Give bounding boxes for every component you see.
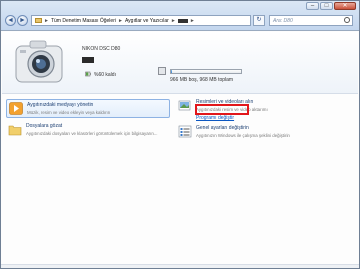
folder-icon [8, 125, 22, 136]
task-title: Dosyalara gözat [26, 123, 63, 129]
search-input[interactable]: Ara: D80 [269, 15, 353, 26]
devices-window: – □ ✕ ◄ ► ► Tüm Denetim Masası Öğeleri ►… [0, 0, 360, 269]
title-address-bar: – □ ✕ ◄ ► ► Tüm Denetim Masası Öğeleri ►… [1, 1, 359, 31]
arrow-left-icon: ◄ [7, 17, 14, 24]
refresh-button[interactable]: ↻ [253, 15, 265, 26]
breadcrumb-separator: ► [44, 17, 49, 24]
device-header: NIKON DSC D80 %60 kaldı 966 MB boş, 968 … [2, 32, 358, 94]
task-browse-files[interactable]: Dosyalara gözat Aygıtınızdaki dosyaları … [8, 123, 157, 136]
close-button[interactable]: ✕ [334, 2, 356, 10]
minimize-button[interactable]: – [306, 2, 319, 10]
device-status-redacted [82, 57, 94, 63]
breadcrumb-separator: ► [117, 17, 123, 24]
breadcrumb-devices-printers[interactable]: Aygıtlar ve Yazıcılar [125, 18, 169, 24]
task-description: Müzik, resim ve video ekleyin veya kaldı… [27, 110, 111, 115]
search-placeholder: Ara: D80 [273, 18, 293, 24]
device-name: NIKON DSC D80 [82, 46, 121, 52]
breadcrumb-separator: ► [189, 17, 195, 24]
task-description: Aygıtınızdaki dosyaları ve klasörleri gö… [26, 131, 158, 136]
task-change-settings[interactable]: Genel ayarları değiştirin Aygıtınızın Wi… [178, 125, 290, 138]
window-controls: – □ ✕ [306, 2, 356, 10]
breadcrumb-control-panel[interactable]: Tüm Denetim Masası Öğeleri [51, 18, 116, 24]
storage-card-icon [158, 67, 166, 75]
device-tasks: Aygıtınızdaki medyayı yönetin Müzik, res… [2, 95, 358, 267]
media-player-icon [9, 102, 23, 115]
pictures-icon [178, 100, 191, 111]
camera-icon [15, 40, 63, 83]
task-manage-media[interactable]: Aygıtınızdaki medyayı yönetin Müzik, res… [6, 99, 170, 118]
forward-button[interactable]: ► [17, 15, 28, 26]
change-program-link[interactable]: Programı değiştir [196, 115, 268, 121]
battery-remaining: %60 kaldı [94, 72, 116, 78]
task-title: Genel ayarları değiştirin [196, 125, 249, 131]
window-bottom-edge [1, 264, 359, 268]
refresh-icon: ↻ [256, 17, 262, 23]
search-icon [344, 17, 350, 23]
settings-checklist-icon [178, 125, 192, 138]
maximize-button[interactable]: □ [320, 2, 333, 10]
back-button[interactable]: ◄ [5, 15, 16, 26]
battery-icon [85, 71, 91, 77]
breadcrumb-device-redacted[interactable] [177, 18, 188, 23]
storage-usage-fill [171, 70, 173, 73]
arrow-right-icon: ► [19, 17, 26, 24]
folder-icon [35, 18, 42, 23]
breadcrumb-separator: ► [170, 17, 176, 24]
task-title: Aygıtınızdaki medyayı yönetin [27, 102, 94, 108]
storage-text: 966 MB boş, 968 MB toplam [170, 77, 234, 83]
storage-usage-bar [170, 69, 242, 74]
address-bar[interactable]: ► Tüm Denetim Masası Öğeleri ► Aygıtlar … [31, 15, 251, 26]
task-description: Aygıtınızın Windows ile çalışma şeklini … [196, 133, 290, 138]
highlight-box [195, 104, 249, 115]
